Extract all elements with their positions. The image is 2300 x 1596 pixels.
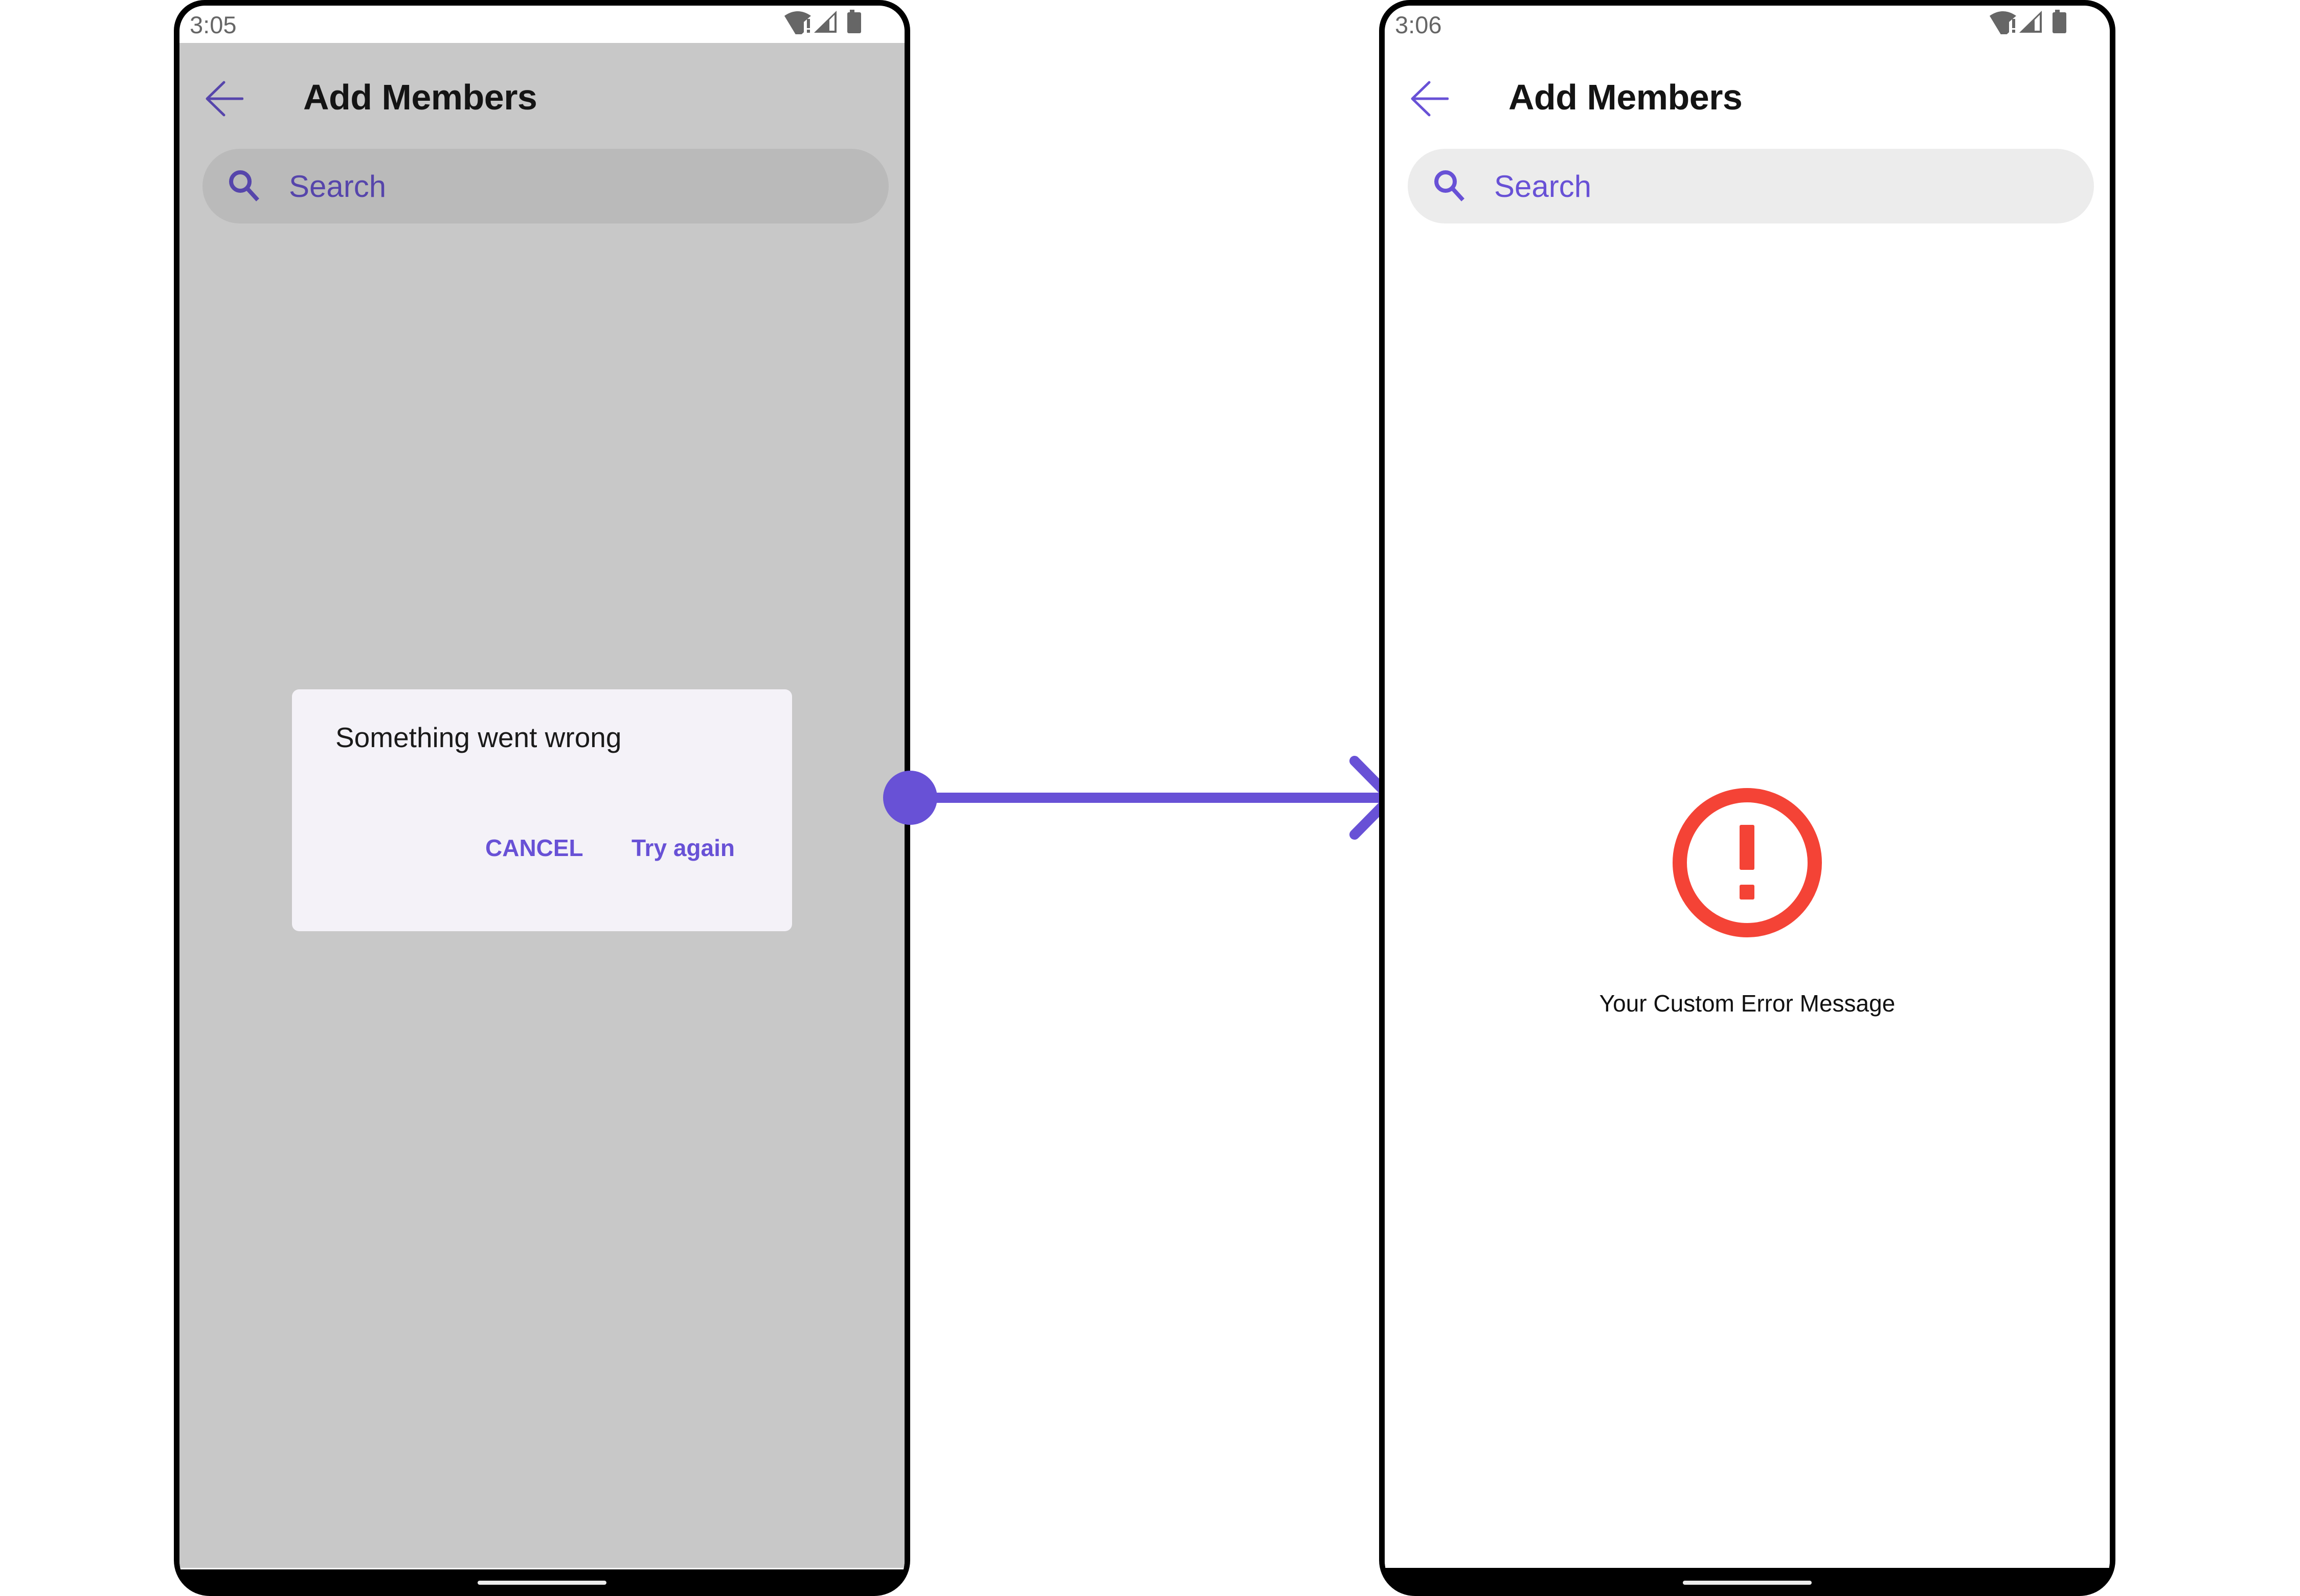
home-indicator[interactable] bbox=[1683, 1581, 1812, 1585]
status-time: 3:06 bbox=[1395, 11, 1442, 38]
search-input[interactable]: Search bbox=[1408, 149, 2094, 223]
status-bar: 3:06 bbox=[1385, 6, 2110, 43]
search-icon bbox=[229, 170, 259, 201]
signal-icon bbox=[2019, 11, 2042, 33]
flow-connector-arrow bbox=[883, 756, 1396, 840]
status-bar: 3:05 bbox=[179, 6, 905, 43]
search-placeholder: Search bbox=[1494, 169, 1592, 204]
status-icons bbox=[784, 10, 861, 34]
cancel-button[interactable]: CANCEL bbox=[485, 833, 583, 863]
nav-divider bbox=[179, 1568, 905, 1569]
search-input[interactable]: Search bbox=[202, 149, 889, 223]
dialog-message: Something went wrong bbox=[335, 722, 622, 753]
content-area: Add Members Search Something went wrong … bbox=[179, 43, 905, 1568]
arrow-left-icon[interactable] bbox=[206, 81, 243, 117]
connector-start-dot bbox=[883, 771, 937, 825]
page-title: Add Members bbox=[1508, 77, 1743, 117]
content-area: Add Members Search Your Custom Error Mes… bbox=[1385, 43, 2110, 1568]
screen-right: 3:06 Add Members Search Your Custom Erro… bbox=[1385, 6, 2110, 1568]
search-placeholder: Search bbox=[289, 169, 387, 204]
arrow-left-icon[interactable] bbox=[1411, 81, 1449, 117]
home-indicator[interactable] bbox=[478, 1581, 606, 1585]
phone-frame-right: 3:06 Add Members Search Your Custom Erro… bbox=[1379, 0, 2115, 1596]
search-icon bbox=[1434, 170, 1464, 201]
signal-icon bbox=[814, 11, 837, 33]
battery-icon bbox=[2053, 10, 2066, 33]
screen-left: 3:05 Add Members Search Something went w… bbox=[179, 6, 905, 1568]
status-time: 3:05 bbox=[190, 11, 237, 38]
phone-frame-left: 3:05 Add Members Search Something went w… bbox=[174, 0, 910, 1596]
wifi-alert-icon bbox=[784, 11, 811, 34]
wifi-alert-icon bbox=[1990, 11, 2016, 34]
error-message: Your Custom Error Message bbox=[1599, 990, 1896, 1017]
page-title: Add Members bbox=[303, 77, 537, 117]
error-dialog: Something went wrong CANCEL Try again bbox=[292, 689, 792, 931]
battery-icon bbox=[847, 10, 861, 33]
status-icons bbox=[1990, 10, 2066, 34]
try-again-button[interactable]: Try again bbox=[632, 833, 735, 863]
error-outline-icon bbox=[1673, 788, 1822, 937]
